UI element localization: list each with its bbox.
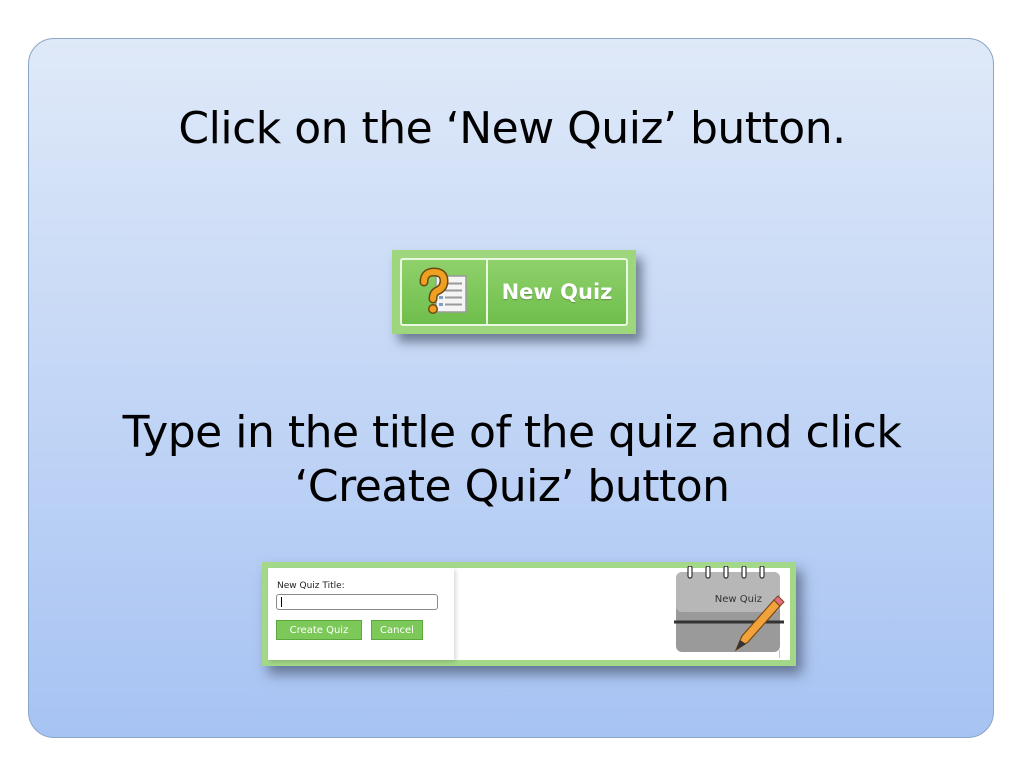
create-quiz-button[interactable]: Create Quiz [276, 620, 362, 640]
new-quiz-button[interactable]: New Quiz [400, 258, 628, 326]
text-caret [281, 597, 282, 607]
create-quiz-form-screenshot: New Quiz Title: Create Quiz Cancel New Q… [262, 562, 796, 666]
scroll-indicator [779, 650, 780, 658]
notebook-label: New Quiz [714, 594, 762, 605]
notebook-pencil-icon [674, 566, 785, 652]
form-panel: New Quiz Title: Create Quiz Cancel [268, 568, 454, 660]
instruction-heading-2: Type in the title of the quiz and click [122, 407, 902, 458]
new-quiz-button-screenshot: New Quiz [392, 250, 636, 334]
question-document-icon [419, 267, 467, 314]
create-quiz-form: New Quiz Title: Create Quiz Cancel New Q… [268, 566, 790, 660]
instruction-heading-3: ‘Create Quiz’ button [294, 461, 730, 512]
quiz-title-input[interactable] [276, 594, 438, 610]
instruction-heading-1: Click on the ‘New Quiz’ button. [178, 103, 846, 154]
cancel-button[interactable]: Cancel [371, 620, 423, 640]
new-quiz-button-label: New Quiz [501, 280, 613, 304]
quiz-title-label: New Quiz Title: [277, 581, 345, 591]
